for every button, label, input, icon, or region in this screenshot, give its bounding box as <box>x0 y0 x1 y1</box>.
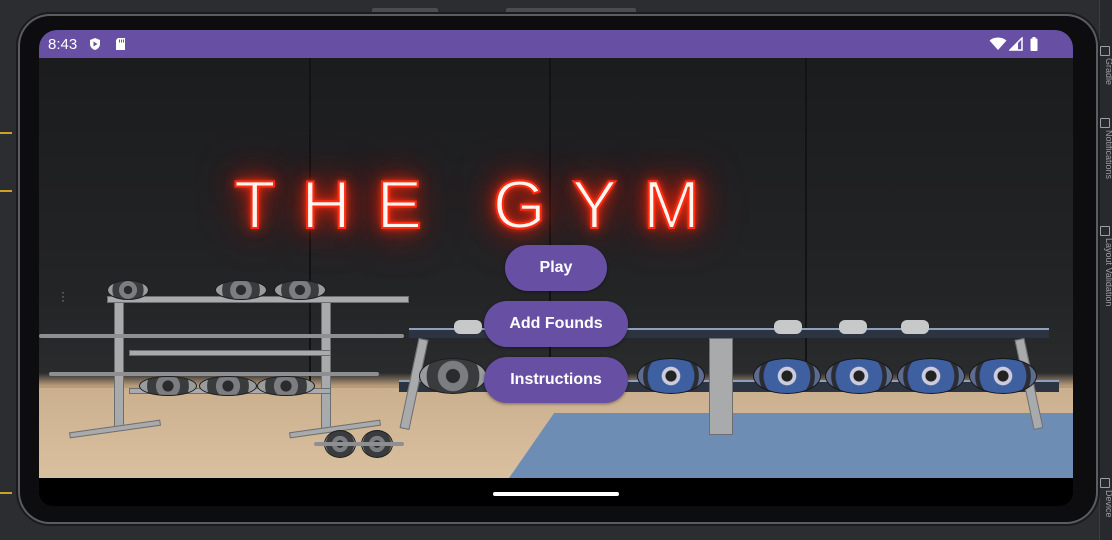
rack-post <box>321 298 331 430</box>
weight-plate <box>215 280 267 300</box>
layout-validation-icon[interactable] <box>1100 226 1110 236</box>
rack-leg <box>709 338 733 435</box>
phone-screen: 8:43 THE GYM · · · Play Add Founds Instr… <box>39 30 1073 506</box>
ide-right-toolbar: Gradle Notifications Layout Validation D… <box>1099 0 1112 540</box>
gutter-marker <box>0 190 12 192</box>
gradle-tab[interactable]: Gradle <box>1100 58 1112 100</box>
status-bar: 8:43 <box>39 30 1073 58</box>
dumbbell <box>774 320 802 334</box>
layout-validation-tab[interactable]: Layout Validation <box>1100 238 1112 328</box>
play-button[interactable]: Play <box>505 245 607 291</box>
dumbbell-handle <box>314 442 404 446</box>
weight-plate-blue <box>753 358 821 394</box>
floor-mat <box>509 413 1073 478</box>
weight-plate <box>274 280 326 300</box>
battery-icon <box>1030 37 1038 51</box>
weight-plate-blue <box>825 358 893 394</box>
gradle-icon[interactable] <box>1100 46 1110 56</box>
weight-plate-blue <box>969 358 1037 394</box>
dumbbell <box>901 320 929 334</box>
neon-sign: THE GYM <box>233 167 726 244</box>
shield-icon <box>90 38 100 50</box>
status-time: 8:43 <box>48 36 78 53</box>
instructions-button[interactable]: Instructions <box>484 357 628 403</box>
gutter-marker <box>0 132 12 134</box>
gesture-nav-bar <box>39 478 1073 506</box>
dumbbell <box>839 320 867 334</box>
weight-plate <box>419 358 487 394</box>
notifications-tab[interactable]: Notifications <box>1100 130 1112 200</box>
wifi-icon <box>989 37 1007 50</box>
barbell <box>39 334 404 338</box>
rack-shelf <box>129 350 331 356</box>
device-tab[interactable]: Device <box>1100 490 1112 535</box>
barbell <box>49 372 379 376</box>
weight-plate <box>107 280 149 300</box>
weight-plate <box>199 376 257 396</box>
gutter-marker <box>0 492 12 494</box>
ide-tab[interactable] <box>372 8 438 14</box>
weight-plate <box>257 376 315 396</box>
device-icon[interactable] <box>1100 478 1110 488</box>
weight-plate-blue <box>897 358 965 394</box>
ide-tab[interactable] <box>506 8 636 14</box>
notifications-icon[interactable] <box>1100 118 1110 128</box>
signal-icon <box>1009 37 1023 51</box>
dumbbell <box>454 320 482 334</box>
home-indicator[interactable] <box>493 492 619 496</box>
sd-card-icon <box>116 38 125 50</box>
overflow-dots-icon: · · · <box>61 285 65 307</box>
weight-plate-blue <box>637 358 705 394</box>
add-funds-button[interactable]: Add Founds <box>484 301 628 347</box>
rack-post <box>114 298 124 430</box>
weight-plate <box>139 376 197 396</box>
